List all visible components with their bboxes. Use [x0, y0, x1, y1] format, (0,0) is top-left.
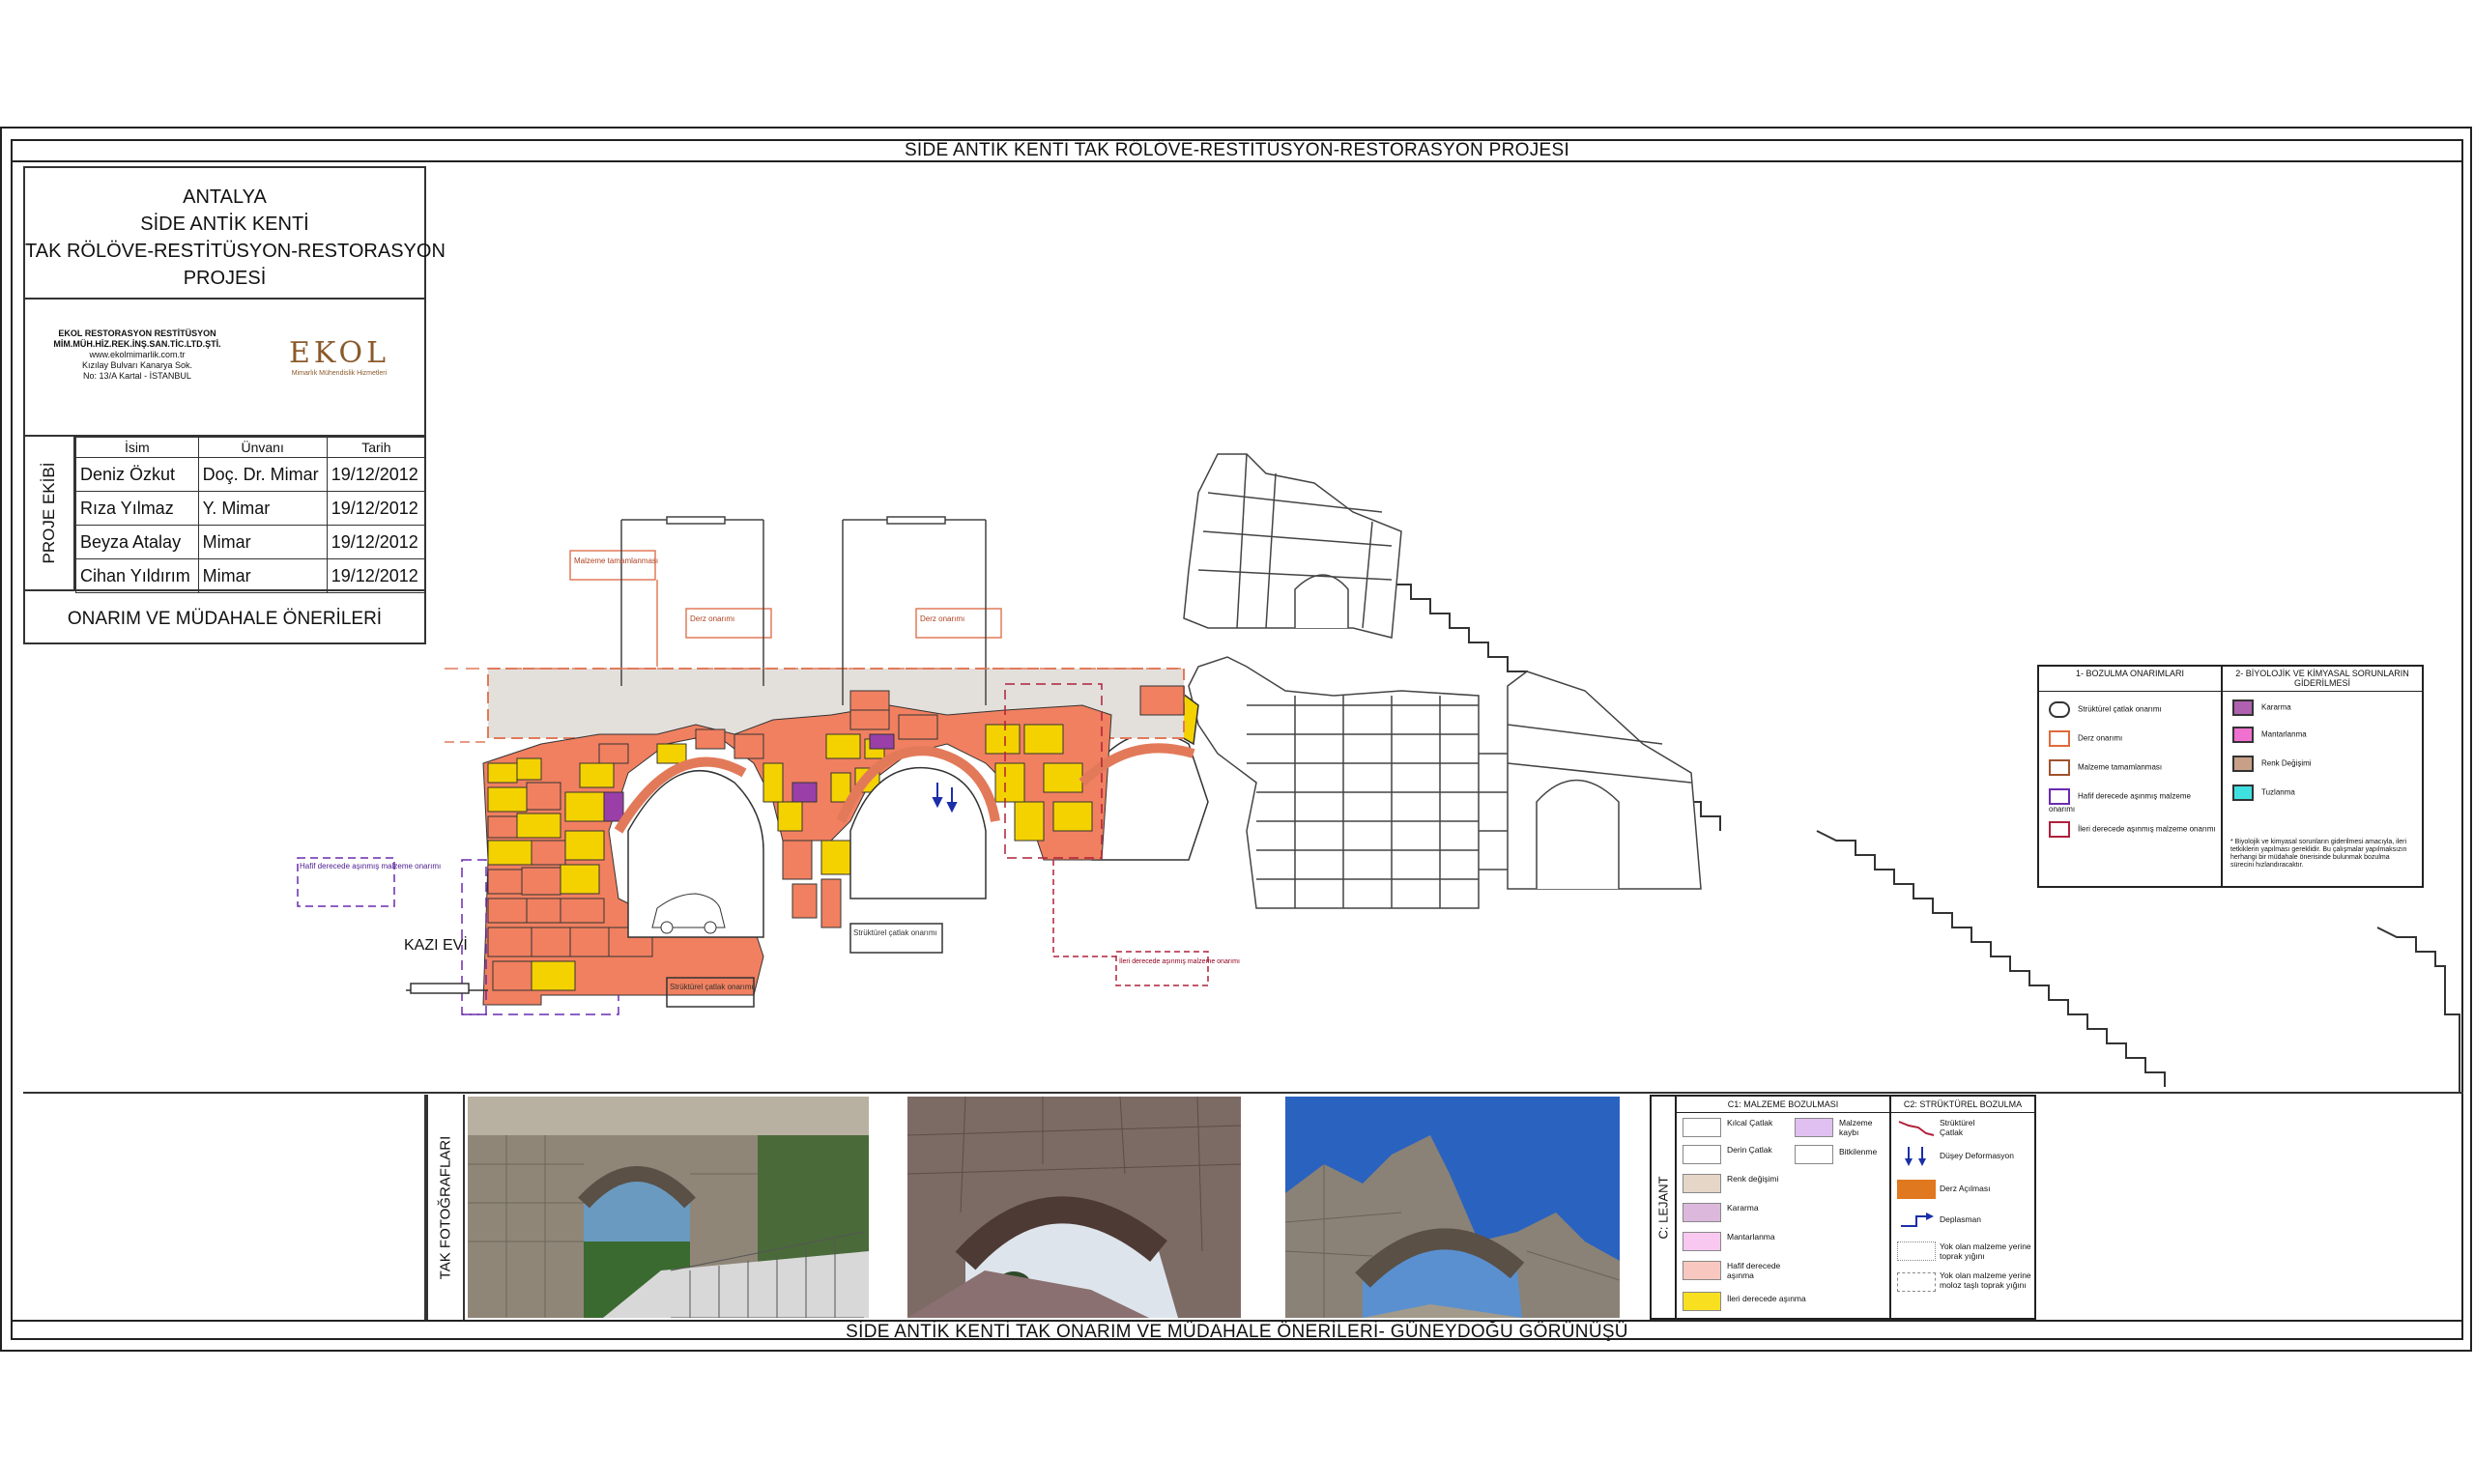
upper-ruin	[1183, 453, 1402, 639]
legend-label: Düşey Deformasyon	[1940, 1151, 2015, 1160]
legend-swatch	[1897, 1180, 1936, 1199]
bottom-strip-divider	[23, 1092, 2463, 1094]
legend-swatch	[1683, 1232, 1721, 1251]
legend-swatch	[1683, 1118, 1721, 1137]
legend-swatch	[2232, 756, 2254, 772]
legend-label: Tuzlanma	[2261, 787, 2295, 797]
legend-item: Strüktürel çatlak onarımı	[2049, 701, 2162, 718]
kazi-evi-label: KAZI EVİ	[404, 937, 468, 954]
legend-item: Malzeme tamamlanması	[2049, 759, 2162, 776]
legend-item: Derz onarımı	[2049, 730, 2122, 747]
repair-legend: 1- BOZULMA ONARIMLARI Strüktürel çatlak …	[2037, 665, 2424, 888]
legend-swatch	[2049, 730, 2070, 747]
legend-col2-title: 2- BİYOLOJİK VE KİMYASAL SORUNLARIN GİDE…	[2223, 667, 2422, 692]
legend-swatch	[2049, 788, 2070, 805]
callout-derz-1: Derz onarımı	[690, 614, 734, 623]
photos-label-text: TAK FOTOĞRAFLARI	[437, 1135, 454, 1279]
legend-swatch	[2232, 785, 2254, 801]
legend-swatch	[1683, 1261, 1721, 1280]
legend-item: Hafif derecede aşınmış malzeme onarımı	[2049, 788, 2218, 813]
legend-item: Kararma	[2232, 699, 2291, 716]
bottom-blank-cell	[23, 1095, 426, 1320]
legend-swatch	[2232, 699, 2254, 716]
callout-malzeme: Malzeme tamamlanması	[574, 556, 658, 565]
sheet-title-top: SİDE ANTİK KENTİ TAK RÖLÖVE-RESTİTÜSYON-…	[11, 139, 2463, 162]
legend-label: Kılcal Çatlak	[1727, 1118, 1773, 1127]
legend-label: Renk değişimi	[1727, 1174, 1779, 1184]
legend-swatch	[1897, 1241, 1936, 1261]
legend-label: İleri derecede aşınmış malzeme onarımı	[2078, 824, 2216, 834]
legend-label: Bitkilenme	[1839, 1147, 1878, 1156]
lejant-c2: C2: STRÜKTÜREL BOZULMA Strüktürel Çatlak…	[1891, 1097, 2034, 1318]
legend-swatch	[1795, 1145, 1833, 1164]
legend-swatch	[2049, 701, 2070, 718]
legend-swatch	[1683, 1174, 1721, 1193]
legend-swatch	[1795, 1118, 1833, 1137]
legend-label: Hafif derecede aşınma	[1727, 1261, 1781, 1280]
legend-item: Renk Değişimi	[2232, 756, 2312, 772]
callout-ileri: İleri derecede aşınmış malzeme onarımı	[1119, 956, 1240, 965]
legend-label: Renk Değişimi	[2261, 758, 2312, 768]
legend-swatch	[2232, 727, 2254, 743]
lejant-side-text: C: LEJANT	[1655, 1175, 1671, 1240]
legend-label: Mantarlanma	[2261, 729, 2307, 739]
callout-derz-2: Derz onarımı	[920, 614, 964, 623]
legend-label: Derin Çatlak	[1727, 1145, 1772, 1155]
callout-strukturel-1: Strüktürel çatlak onarımı	[853, 928, 937, 937]
lejant-c2-title: C2: STRÜKTÜREL BOZULMA	[1891, 1097, 2034, 1113]
photo-arch-sky	[1285, 1097, 1620, 1318]
legend-label: Kararma	[1727, 1203, 1759, 1213]
damage-legend: C: LEJANT C1: MALZEME BOZULMASI Kılcal Ç…	[1650, 1095, 2036, 1320]
legend-label: Strüktürel çatlak onarımı	[2078, 704, 2162, 714]
vertical-deformation-icon	[1905, 1147, 1926, 1166]
legend-label: Yok olan malzeme yerine moloz taşlı topr…	[1940, 1270, 2031, 1290]
legend-label: Malzeme kaybı	[1839, 1118, 1873, 1137]
legend-col-bio: 2- BİYOLOJİK VE KİMYASAL SORUNLARIN GİDE…	[2223, 667, 2422, 886]
legend-swatch	[2049, 759, 2070, 776]
legend-swatch	[1683, 1145, 1721, 1164]
structural-crack-icon	[1898, 1121, 1935, 1136]
legend-label: Derz Açılması	[1940, 1184, 1991, 1193]
lejant-c1-title: C1: MALZEME BOZULMASI	[1677, 1097, 1889, 1113]
legend-swatch	[1897, 1272, 1936, 1292]
legend-label: İleri derecede aşınma	[1727, 1294, 1806, 1303]
elevation-drawing: Malzeme tamamlanması Derz onarımı Derz o…	[297, 453, 2460, 1092]
legend-swatch	[2049, 821, 2070, 838]
legend-item: Mantarlanma	[2232, 727, 2307, 743]
legend-label: Yok olan malzeme yerine toprak yığını	[1940, 1241, 2031, 1261]
legend-label: Malzeme tamamlanması	[2078, 762, 2163, 772]
sheet-title-bottom: SİDE ANTİK KENTİ TAK ONARIM VE MÜDAHALE …	[11, 1320, 2463, 1342]
legend-item: Tuzlanma	[2232, 785, 2295, 801]
legend-col1-title: 1- BOZULMA ONARIMLARI	[2039, 667, 2221, 692]
lejant-c1: C1: MALZEME BOZULMASI Kılcal Çatlak Deri…	[1677, 1097, 1891, 1318]
legend-label: Mantarlanma	[1727, 1232, 1775, 1241]
legend-swatch	[1683, 1292, 1721, 1311]
legend-swatch	[1683, 1203, 1721, 1222]
legend-col-repairs: 1- BOZULMA ONARIMLARI Strüktürel çatlak …	[2039, 667, 2223, 886]
right-wall	[1188, 656, 1702, 909]
displacement-icon	[1901, 1213, 1934, 1227]
legend-label: Kararma	[2261, 702, 2291, 712]
callout-hafif: Hafif derecede aşınmış malzeme onarımı	[300, 862, 441, 870]
legend-label: Strüktürel Çatlak	[1940, 1118, 1975, 1137]
legend-label: Derz onarımı	[2078, 733, 2123, 743]
legend-note: * Biyolojik ve kimyasal sorunların gider…	[2230, 839, 2407, 869]
legend-item: İleri derecede aşınmış malzeme onarımı	[2049, 821, 2218, 838]
photo-arch-street	[468, 1097, 869, 1318]
photos-label: TAK FOTOĞRAFLARI	[426, 1095, 465, 1320]
legend-label: Hafif derecede aşınmış malzeme onarımı	[2049, 791, 2191, 813]
lejant-side-label: C: LEJANT	[1652, 1097, 1677, 1318]
photo-arch-interior	[907, 1097, 1241, 1318]
legend-label: Deplasman	[1940, 1214, 1981, 1224]
callout-strukturel-2: Strüktürel çatlak onarımı	[670, 983, 754, 991]
